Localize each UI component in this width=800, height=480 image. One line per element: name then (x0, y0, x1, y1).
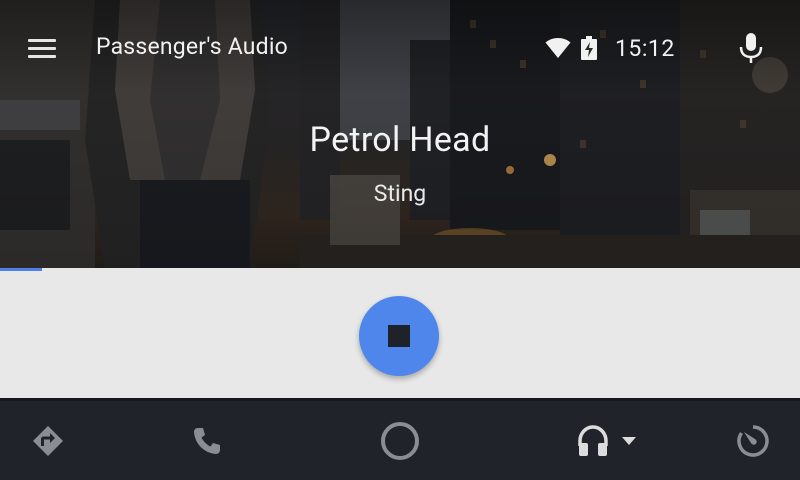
headphones-icon (578, 425, 608, 456)
chevron-down-icon (622, 437, 636, 445)
mic-icon[interactable] (733, 30, 769, 66)
track-artist: Sting (373, 180, 427, 207)
playback-progress[interactable] (0, 268, 800, 271)
nav-phone[interactable] (187, 421, 227, 461)
nav-overview[interactable] (733, 421, 773, 461)
stop-button[interactable] (359, 296, 439, 376)
status-bar: 15:12 (545, 34, 675, 62)
menu-line (28, 54, 56, 58)
android-auto-screen: Passenger's Audio 15:12 Petrol Head Stin… (0, 0, 800, 480)
nav-home[interactable] (378, 421, 422, 461)
directions-icon (33, 426, 63, 456)
home-circle-icon (381, 422, 419, 460)
bottom-nav-bar (0, 398, 800, 480)
track-title: Petrol Head (309, 120, 491, 160)
phone-icon (194, 428, 220, 454)
menu-line (28, 46, 56, 50)
menu-line (28, 38, 56, 42)
top-bar: Passenger's Audio 15:12 (0, 0, 800, 96)
menu-icon[interactable] (28, 32, 68, 64)
stop-icon (388, 325, 410, 347)
wifi-icon (545, 38, 571, 58)
nav-navigation[interactable] (28, 421, 68, 461)
playback-controls (0, 268, 800, 398)
progress-fill (0, 268, 43, 271)
clock: 15:12 (615, 34, 675, 62)
app-title: Passenger's Audio (96, 33, 288, 60)
battery-charging-icon (581, 36, 597, 60)
album-art-backdrop: Passenger's Audio 15:12 Petrol Head Stin… (0, 0, 800, 268)
dashboard-gauge-icon (737, 425, 769, 457)
nav-audio[interactable] (572, 421, 642, 461)
